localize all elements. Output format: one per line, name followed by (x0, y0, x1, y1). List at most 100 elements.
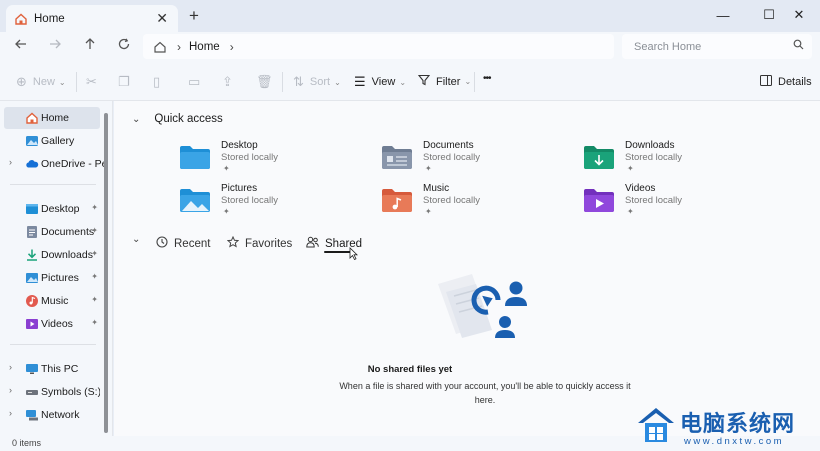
item-location: Stored locally (423, 195, 481, 206)
share-button[interactable]: ⇪ (222, 74, 239, 90)
breadcrumb-home[interactable]: Home (189, 41, 220, 53)
chevron-right-icon[interactable]: › (230, 40, 234, 54)
item-name: Music (423, 183, 450, 194)
share-icon: ⇪ (222, 74, 233, 89)
chevron-right-icon: › (177, 39, 181, 54)
chevron-down-icon: ⌄ (334, 77, 341, 87)
filter-label: Filter (436, 75, 461, 88)
quick-access-title: Quick access (154, 113, 223, 125)
pictures-icon (26, 273, 38, 283)
refresh-button[interactable] (114, 37, 134, 55)
quick-access-item-music[interactable]: Music Stored locally ✦ (381, 183, 571, 223)
new-label: New (32, 76, 55, 88)
sidebar-item-onedrive[interactable]: › OneDrive - Perso (4, 153, 104, 175)
paste-button[interactable]: ▯ (153, 74, 166, 90)
trash-icon: 🗑 (256, 74, 273, 89)
item-location: Stored locally (625, 195, 683, 206)
downloads-folder-icon (584, 146, 614, 169)
rename-button[interactable]: ▭ (188, 74, 206, 90)
chevron-down-icon[interactable]: ⌄ (132, 234, 140, 245)
network-icon (26, 410, 38, 421)
close-window-button[interactable]: ✕ (778, 4, 820, 26)
minimize-button[interactable]: — (700, 4, 746, 26)
new-button[interactable]: ⊕ New ⌄ (16, 74, 66, 90)
chevron-down-icon: ⌄ (399, 77, 407, 87)
sort-icon: ⇅ (293, 74, 304, 89)
watermark-text: 电脑系统网 (680, 411, 796, 436)
quick-access-item-pictures[interactable]: Pictures Stored locally ✦ (179, 183, 369, 223)
chevron-right-icon[interactable]: › (9, 157, 12, 167)
item-name: Documents (423, 140, 474, 151)
sidebar-item-pictures[interactable]: Pictures ✦ (4, 267, 100, 289)
pin-icon: ✦ (425, 207, 432, 216)
sidebar-item-gallery[interactable]: Gallery (4, 130, 100, 152)
music-icon (26, 295, 38, 307)
sidebar-item-downloads[interactable]: Downloads ✦ (4, 244, 100, 266)
new-tab-button[interactable]: + (189, 6, 199, 26)
shared-files-illustration (438, 274, 527, 338)
item-name: Videos (625, 183, 656, 194)
sort-button[interactable]: ⇅ Sort ⌄ (293, 74, 341, 90)
command-bar: ⊕ New ⌄ ✂ ❐ ▯ ▭ ⇪ 🗑 ⇅ Sort ⌄ ☰ View ⌄ Fi… (0, 61, 820, 101)
filter-icon (417, 74, 431, 89)
cloud-icon (26, 160, 39, 168)
back-button[interactable] (11, 37, 31, 55)
view-label: View (371, 76, 396, 88)
address-bar[interactable]: › Home › (143, 34, 614, 59)
sidebar-item-music[interactable]: Music ✦ (4, 290, 100, 312)
quick-access-item-desktop[interactable]: Desktop Stored locally ✦ (179, 140, 369, 180)
sidebar-item-home[interactable]: Home (4, 107, 100, 129)
search-placeholder: Search Home (634, 40, 702, 53)
chevron-right-icon[interactable]: › (9, 408, 12, 418)
sidebar-item-desktop[interactable]: Desktop ✦ (4, 198, 100, 220)
details-button[interactable]: Details (760, 74, 812, 89)
quick-access-item-documents[interactable]: Documents Stored locally ✦ (381, 140, 571, 180)
quick-access-header[interactable]: ⌄ Quick access (132, 113, 223, 125)
cut-button[interactable]: ✂ (86, 74, 103, 90)
close-tab-icon[interactable]: ✕ (156, 10, 168, 27)
sidebar-scrollbar[interactable] (104, 113, 108, 433)
title-bar: Home ✕ + — ☐ ✕ (0, 0, 820, 32)
sidebar-item-documents[interactable]: Documents ✦ (4, 221, 100, 243)
tab-label: Recent (174, 237, 211, 250)
sidebar-item-symbols-drive[interactable]: › Symbols (S:) (4, 381, 100, 403)
details-label: Details (778, 75, 812, 88)
arrow-up-icon (85, 38, 95, 49)
clipboard-icon: ▯ (153, 74, 161, 89)
sidebar-item-videos[interactable]: Videos ✦ (4, 313, 100, 335)
chevron-down-icon[interactable]: ⌄ (132, 114, 140, 125)
tab-home[interactable]: Home ✕ (6, 5, 178, 32)
divider (474, 72, 475, 92)
pin-icon: ✦ (91, 203, 98, 212)
forward-button[interactable] (45, 37, 65, 55)
sidebar-item-label: Home (41, 112, 70, 124)
item-name: Pictures (221, 183, 258, 194)
view-button[interactable]: ☰ View ⌄ (354, 74, 406, 90)
home-outline-icon (154, 41, 166, 53)
chevron-down-icon: ⌄ (464, 77, 472, 86)
quick-access-item-videos[interactable]: Videos Stored locally ✦ (583, 183, 773, 223)
divider (282, 72, 283, 92)
more-options-button[interactable]: ••• (483, 73, 491, 84)
home-icon (26, 112, 38, 124)
item-location: Stored locally (221, 195, 279, 206)
search-input[interactable]: Search Home (622, 34, 812, 59)
up-button[interactable] (80, 37, 100, 55)
copy-button[interactable]: ❐ (118, 74, 136, 90)
sidebar-item-label: Network (41, 409, 80, 421)
quick-access-item-downloads[interactable]: Downloads Stored locally ✦ (583, 140, 773, 180)
people-icon (306, 236, 319, 251)
filter-button[interactable]: Filter ⌄ (417, 74, 472, 89)
search-icon (793, 39, 804, 53)
clock-icon (156, 236, 168, 251)
mouse-cursor-icon (349, 247, 358, 260)
tab-recent[interactable]: Recent (156, 236, 210, 251)
tab-favorites[interactable]: Favorites (226, 235, 292, 251)
item-location: Stored locally (625, 152, 683, 163)
empty-state-description: When a file is shared with your account,… (339, 381, 631, 405)
sidebar-item-label: Pictures (41, 272, 79, 284)
chevron-right-icon[interactable]: › (9, 385, 12, 395)
sidebar-item-network[interactable]: › Network (4, 404, 100, 426)
details-pane-icon (760, 74, 772, 89)
delete-button[interactable]: 🗑 (256, 74, 279, 90)
